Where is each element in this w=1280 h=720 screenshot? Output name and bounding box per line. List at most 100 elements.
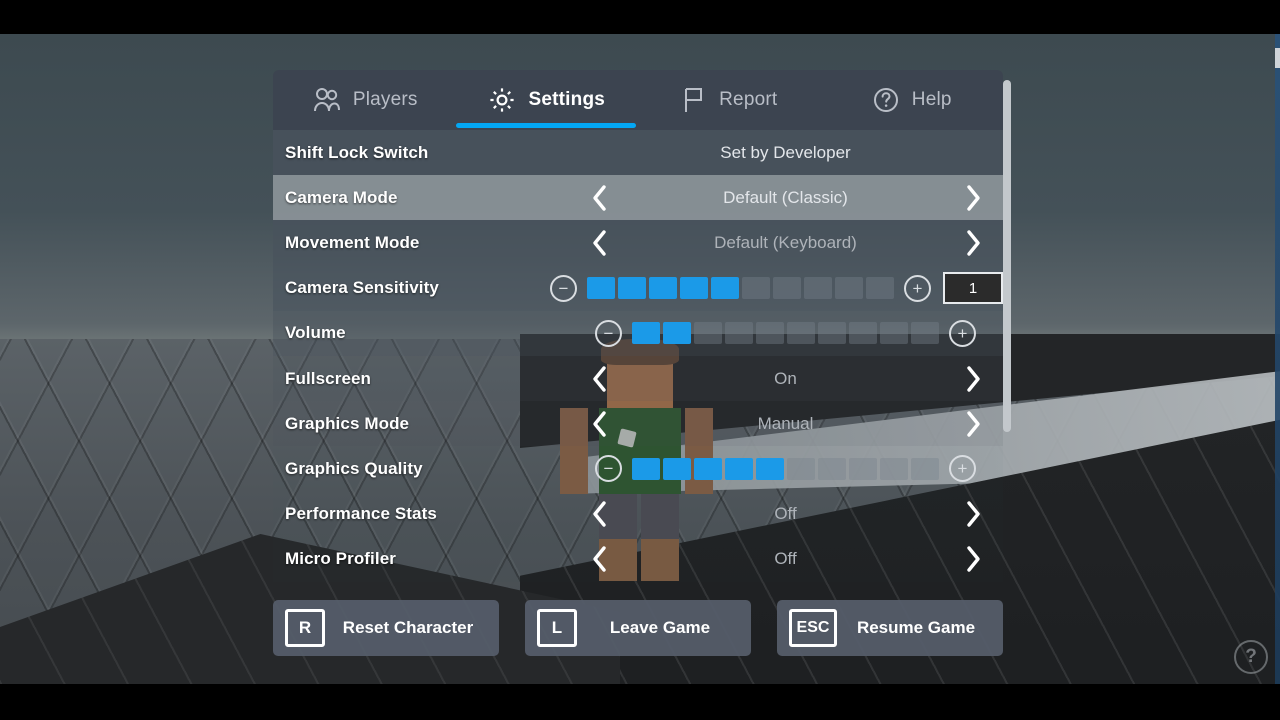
slider-segment[interactable] (694, 322, 722, 345)
chevron-left-icon[interactable] (584, 408, 616, 440)
slider-segment[interactable] (880, 322, 908, 345)
tab-help-label: Help (911, 89, 952, 110)
settings-row-micro-profiler[interactable]: Micro Profiler Off (273, 537, 1003, 582)
settings-row-label: Performance Stats (285, 504, 437, 524)
letterbox-bottom (0, 684, 1280, 720)
right-edge-strip (1275, 34, 1280, 684)
slider-segment[interactable] (694, 457, 722, 480)
settings-row-control: Off (568, 546, 1003, 572)
tab-settings[interactable]: Settings (455, 70, 639, 130)
settings-row-movement-mode[interactable]: Movement Mode Default (Keyboard) (273, 220, 1003, 266)
settings-row-control: Off (568, 501, 1003, 527)
chevron-left-icon[interactable] (584, 227, 616, 259)
slider-segment[interactable] (835, 277, 863, 300)
slider-segment[interactable] (818, 457, 846, 480)
settings-row-label: Shift Lock Switch (285, 142, 429, 162)
slider-segment[interactable] (773, 277, 801, 300)
slider-segment[interactable] (756, 457, 784, 480)
settings-row-control: On (568, 365, 1003, 392)
scrollbar-thumb[interactable] (1003, 80, 1011, 432)
slider-segment[interactable] (911, 457, 939, 480)
tab-help[interactable]: Help (821, 70, 1004, 130)
settings-scrollbar[interactable] (1003, 70, 1011, 525)
plus-icon[interactable]: + (949, 319, 976, 347)
chevron-left-icon[interactable] (584, 363, 616, 395)
minus-icon[interactable]: − (595, 319, 622, 347)
slider-segment[interactable] (849, 457, 877, 480)
people-icon (311, 86, 341, 114)
leave-game-button[interactable]: L Leave Game (525, 600, 751, 656)
slider-segment[interactable] (632, 457, 660, 480)
active-tab-underline (455, 123, 636, 128)
slider-segments[interactable] (632, 457, 939, 480)
chevron-left-icon[interactable] (584, 182, 616, 214)
menu-tab-bar: Players Settings Report Help (273, 70, 1003, 130)
settings-row-value: Default (Classic) (723, 187, 848, 207)
tab-players[interactable]: Players (273, 70, 456, 130)
minus-icon[interactable]: − (550, 274, 577, 302)
settings-row-performance-stats[interactable]: Performance Stats Off (273, 492, 1003, 537)
chevron-left-icon[interactable] (584, 543, 616, 575)
settings-row-value: Manual (757, 413, 814, 433)
reset-character-button[interactable]: R Reset Character (273, 600, 499, 656)
settings-row-label: Graphics Mode (285, 413, 410, 433)
slider-segments[interactable] (632, 322, 939, 345)
question-icon (872, 86, 900, 114)
chevron-right-icon[interactable] (957, 543, 989, 575)
settings-row-value: Off (774, 549, 797, 569)
game-screen: Players Settings Report Help Shift Lock … (0, 0, 1280, 720)
slider-segment[interactable] (725, 322, 753, 345)
slider-segment[interactable] (632, 322, 660, 345)
slider-segment[interactable] (663, 322, 691, 345)
slider-segments[interactable] (587, 277, 894, 300)
settings-row-camera-mode[interactable]: Camera Mode Default (Classic) (273, 175, 1003, 221)
chevron-right-icon[interactable] (957, 182, 989, 214)
action-button-label: Leave Game (609, 618, 711, 637)
slider-segment[interactable] (880, 457, 908, 480)
slider-segment[interactable] (787, 457, 815, 480)
settings-row-graphics-quality[interactable]: Graphics Quality − + (273, 446, 1003, 491)
settings-row-shift-lock-switch[interactable]: Shift Lock Switch Set by Developer (273, 130, 1003, 176)
slider-segment[interactable] (649, 277, 677, 300)
slider-segment[interactable] (818, 322, 846, 345)
slider-segment[interactable] (911, 322, 939, 345)
chevron-right-icon[interactable] (957, 498, 989, 530)
plus-icon[interactable]: + (949, 455, 976, 483)
slider-segment[interactable] (725, 457, 753, 480)
settings-row-label: Micro Profiler (285, 549, 396, 569)
menu-action-buttons: R Reset Character L Leave Game ESC Resume Gam… (273, 600, 1003, 656)
slider-segment[interactable] (618, 277, 646, 300)
settings-row-control: − +1 (550, 272, 1003, 305)
slider-segment[interactable] (711, 277, 739, 300)
settings-row-value: On (774, 368, 797, 388)
slider-segment[interactable] (866, 277, 894, 300)
settings-list[interactable]: Shift Lock Switch Set by Developer Camera … (273, 130, 1003, 585)
slider-segment[interactable] (663, 457, 691, 480)
settings-row-label: Volume (285, 323, 346, 343)
chevron-right-icon[interactable] (957, 408, 989, 440)
slider-volume[interactable]: − + (595, 319, 976, 347)
tab-report[interactable]: Report (638, 70, 821, 130)
slider-segment[interactable] (680, 277, 708, 300)
slider-segment[interactable] (787, 322, 815, 345)
slider-segment[interactable] (587, 277, 615, 300)
chevron-left-icon[interactable] (584, 498, 616, 530)
slider-segment[interactable] (804, 277, 832, 300)
settings-row-label: Graphics Quality (285, 458, 423, 478)
slider-segment[interactable] (756, 322, 784, 345)
minus-icon[interactable]: − (595, 455, 622, 483)
chevron-right-icon[interactable] (957, 227, 989, 259)
slider-segment[interactable] (742, 277, 770, 300)
sensitivity-value-input[interactable]: 1 (943, 272, 1003, 305)
settings-row-graphics-mode[interactable]: Graphics Mode Manual (273, 401, 1003, 447)
slider-camera-sensitivity[interactable]: − +1 (550, 272, 1003, 305)
slider-segment[interactable] (849, 322, 877, 345)
plus-icon[interactable]: + (904, 274, 931, 302)
help-bubble-icon[interactable]: ? (1234, 640, 1268, 674)
settings-row-camera-sensitivity[interactable]: Camera Sensitivity − +1 (273, 265, 1003, 311)
chevron-right-icon[interactable] (957, 363, 989, 395)
slider-graphics-quality[interactable]: − + (595, 455, 976, 483)
resume-game-button[interactable]: ESC Resume Game (777, 600, 1003, 656)
settings-row-fullscreen[interactable]: Fullscreen On (273, 355, 1003, 402)
settings-row-volume[interactable]: Volume − + (273, 310, 1003, 356)
